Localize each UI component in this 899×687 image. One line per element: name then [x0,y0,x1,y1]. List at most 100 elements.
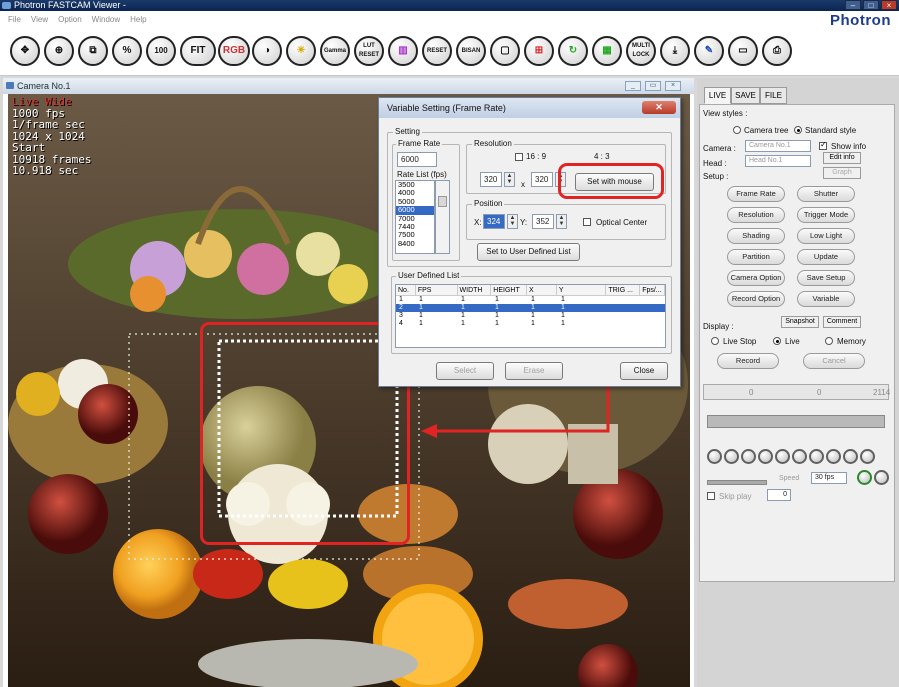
snapshot-button[interactable]: Snapshot [781,316,819,328]
update-button[interactable]: Update [797,249,855,265]
grid-icon[interactable]: ⊞ [524,36,554,66]
reverse-sync-icon[interactable] [874,470,889,485]
column-header[interactable]: Y [557,285,607,295]
print-icon[interactable]: ⎙ [762,36,792,66]
speed-slider[interactable] [707,480,767,485]
rate-list-scrollbar[interactable] [435,180,450,254]
camera-close-button[interactable]: × [665,81,681,91]
dialog-close-icon[interactable]: ✕ [642,101,676,114]
bmp-reset-button[interactable]: RESET [422,36,452,66]
column-header[interactable]: WIDTH [458,285,492,295]
menu-window[interactable]: Window [92,11,120,28]
column-header[interactable]: X [527,285,557,295]
rate-list-item[interactable]: 8400 [396,239,434,248]
play-icon[interactable] [792,449,807,464]
optical-center-checkbox[interactable] [583,218,591,226]
color-bar-icon[interactable]: ▥ [388,36,418,66]
x-spinner[interactable]: ▲ ▼ [507,214,518,229]
shutter-button[interactable]: Shutter [797,186,855,202]
low-light-button[interactable]: Low Light [797,228,855,244]
camera-tree-radio[interactable] [733,126,741,134]
zoom-icon[interactable]: ⊕ [44,36,74,66]
user-defined-list-table[interactable]: No. FPS WIDTH HEIGHT X Y TRIG ... Fps/... 11111… [395,284,666,348]
multi-lock-button[interactable]: MULTI LOCK [626,36,656,66]
crop-icon[interactable]: ⧉ [78,36,108,66]
menu-view[interactable]: View [31,11,48,28]
width-spinner[interactable]: ▲ ▼ [504,172,515,187]
camera-select[interactable]: Camera No.1 [745,140,811,152]
multi-view-icon[interactable]: ▦ [592,36,622,66]
loop-icon[interactable] [843,449,858,464]
zoom-percent-button[interactable]: % [112,36,142,66]
camera-minimize-button[interactable]: _ [625,81,641,91]
width-field[interactable]: 320 [480,172,502,187]
menu-option[interactable]: Option [58,11,82,28]
gamma-button[interactable]: Gamma [320,36,350,66]
display-icon[interactable]: ▭ [728,36,758,66]
frame-rate-button[interactable]: Frame Rate [727,186,785,202]
brightness-icon[interactable]: ☀ [286,36,316,66]
tab-save[interactable]: SAVE [731,87,760,104]
play-reverse-icon[interactable] [741,449,756,464]
fit-button[interactable]: FIT [180,36,216,66]
pen-icon[interactable]: ✎ [694,36,724,66]
column-header[interactable]: FPS [416,285,458,295]
set-user-defined-list-button[interactable]: Set to User Defined List [477,243,580,261]
skip-value-field[interactable]: 0 [767,489,791,501]
edit-info-button[interactable]: Edit info [823,152,861,164]
table-row[interactable]: 3 1 1 1 1 1 [396,312,665,320]
progress-track[interactable] [707,415,885,428]
step-back-icon[interactable] [724,449,739,464]
aspect-16-9-checkbox[interactable] [515,153,523,161]
stop-icon[interactable] [758,449,773,464]
y-spinner[interactable]: ▲ ▼ [556,214,567,229]
menu-file[interactable]: File [8,11,21,28]
head-select[interactable]: Head No.1 [745,155,811,167]
go-start-icon[interactable] [707,449,722,464]
x-field[interactable]: 324 [483,214,505,229]
tab-live[interactable]: LIVE [704,87,731,104]
trigger-mode-button[interactable]: Trigger Mode [797,207,855,223]
column-header[interactable]: TRIG ... [606,285,641,295]
menu-help[interactable]: Help [130,11,146,28]
frame-range-bar[interactable] [703,384,889,400]
partition-button[interactable]: Partition [727,249,785,265]
live-stop-radio[interactable] [711,337,719,345]
refresh-icon[interactable]: ↻ [558,36,588,66]
show-info-checkbox[interactable] [819,140,827,150]
maximize-button[interactable]: □ [863,0,879,10]
resolution-button[interactable]: Resolution [727,207,785,223]
column-header[interactable]: Fps/... [640,285,665,295]
memory-radio[interactable] [825,337,833,345]
live-radio[interactable] [773,337,781,345]
variable-button[interactable]: Variable [797,291,855,307]
trigger-icon[interactable]: ⤓ [660,36,690,66]
lut-reset-button[interactable]: LUT RESET [354,36,384,66]
frame-icon[interactable]: ▢ [490,36,520,66]
column-header[interactable]: No. [396,285,416,295]
zoom-100-button[interactable]: 100 [146,36,176,66]
cancel-button[interactable]: Cancel [803,353,865,369]
tab-file[interactable]: FILE [760,87,787,104]
camera-option-button[interactable]: Camera Option [727,270,785,286]
select-button[interactable]: Select [436,362,494,380]
go-end-icon[interactable] [826,449,841,464]
frame-rate-field[interactable]: 6000 [397,152,437,167]
contrast-icon[interactable]: ◑ [252,36,282,66]
table-row[interactable]: 2 1 1 1 1 1 [396,304,665,312]
comment-button[interactable]: Comment [823,316,861,328]
close-button[interactable]: × [881,0,897,10]
record-button[interactable]: Record [717,353,779,369]
table-row[interactable]: 4 1 1 1 1 1 [396,320,665,328]
standard-style-radio[interactable] [794,126,802,134]
erase-button[interactable]: Erase [505,362,563,380]
minimize-button[interactable]: – [845,0,861,10]
save-setup-button[interactable]: Save Setup [797,270,855,286]
step-forward-icon[interactable] [809,449,824,464]
move-icon[interactable]: ✥ [10,36,40,66]
table-row[interactable]: 1 1 1 1 1 1 [396,296,665,304]
pause-icon[interactable] [775,449,790,464]
skip-play-checkbox[interactable] [707,492,715,500]
y-field[interactable]: 352 [532,214,554,229]
graph-button[interactable]: Graph [823,167,861,179]
